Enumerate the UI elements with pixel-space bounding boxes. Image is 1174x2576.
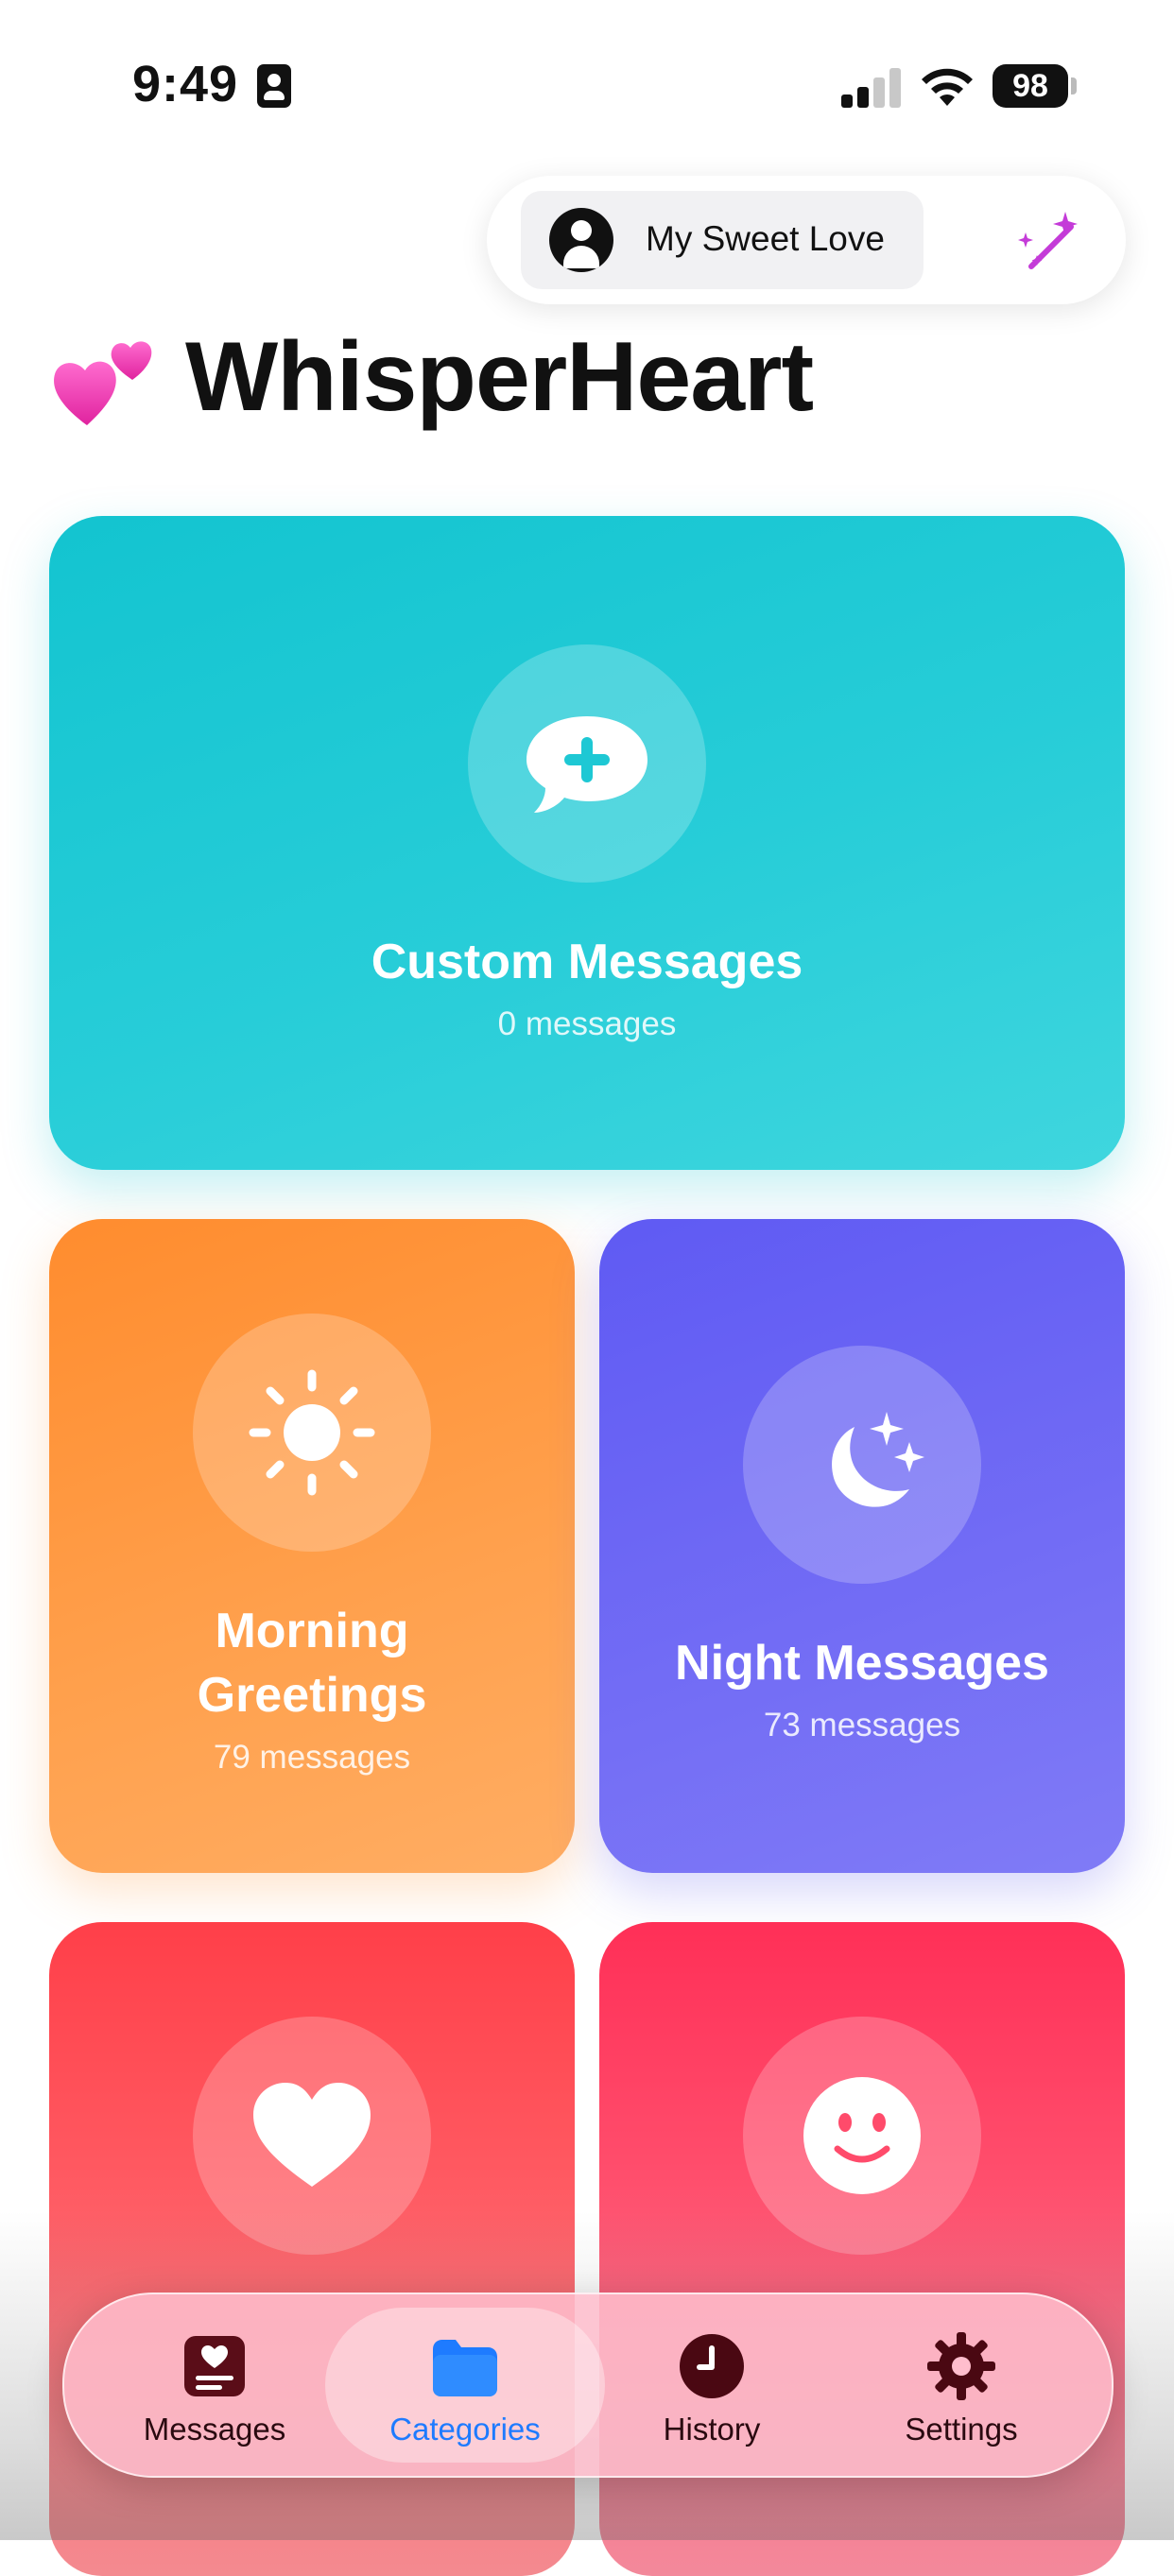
category-card-custom[interactable]: Custom Messages 0 messages bbox=[49, 516, 1125, 1170]
status-bar: 9:49 98 bbox=[0, 0, 1174, 170]
heart-icon bbox=[253, 2083, 371, 2187]
tab-label: Messages bbox=[143, 2412, 286, 2447]
app-title: WhisperHeart bbox=[185, 322, 814, 432]
magic-wand-icon[interactable] bbox=[1012, 208, 1082, 278]
icon-circle bbox=[193, 1314, 431, 1552]
tab-settings[interactable]: Settings bbox=[834, 2294, 1089, 2476]
two-hearts-icon bbox=[54, 341, 152, 425]
tab-categories[interactable]: Categories bbox=[337, 2294, 593, 2476]
moon-stars-icon bbox=[832, 1412, 924, 1507]
tab-bar: Messages Categories History Settings bbox=[62, 2293, 1114, 2478]
tab-history[interactable]: History bbox=[584, 2294, 839, 2476]
message-card-icon bbox=[184, 2336, 245, 2396]
profile-bar: My Sweet Love bbox=[487, 176, 1126, 304]
contact-card-icon bbox=[257, 64, 291, 108]
card-title-line2: Greetings bbox=[197, 1668, 427, 1723]
status-time: 9:49 bbox=[132, 56, 239, 112]
card-count: 79 messages bbox=[213, 1739, 411, 1776]
card-title: Custom Messages bbox=[371, 935, 803, 989]
icon-circle bbox=[468, 644, 706, 883]
tab-messages[interactable]: Messages bbox=[87, 2294, 342, 2476]
gear-icon bbox=[927, 2332, 995, 2400]
tab-label: Categories bbox=[389, 2412, 541, 2447]
card-title: Night Messages bbox=[675, 1636, 1049, 1691]
smiley-icon bbox=[803, 2077, 921, 2194]
wifi-icon bbox=[922, 68, 973, 106]
cellular-signal-icon bbox=[841, 66, 902, 108]
card-count: 73 messages bbox=[763, 1707, 961, 1743]
battery-indicator: 98 bbox=[993, 64, 1068, 108]
partner-name: My Sweet Love bbox=[646, 219, 885, 258]
tab-label: History bbox=[663, 2412, 761, 2447]
message-plus-icon bbox=[527, 716, 647, 813]
category-card-night[interactable]: Night Messages 73 messages bbox=[599, 1219, 1125, 1873]
folder-icon bbox=[433, 2340, 497, 2396]
avatar-icon bbox=[549, 208, 613, 272]
icon-circle bbox=[743, 1346, 981, 1584]
partner-selector[interactable]: My Sweet Love bbox=[521, 191, 924, 289]
battery-cap bbox=[1071, 77, 1077, 94]
sun-icon bbox=[249, 1369, 375, 1496]
category-card-morning[interactable]: Morning Greetings 79 messages bbox=[49, 1219, 575, 1873]
card-count: 0 messages bbox=[497, 1005, 677, 1042]
clock-icon bbox=[680, 2334, 744, 2398]
card-title-line1: Morning bbox=[215, 1604, 409, 1658]
tab-label: Settings bbox=[905, 2412, 1018, 2447]
